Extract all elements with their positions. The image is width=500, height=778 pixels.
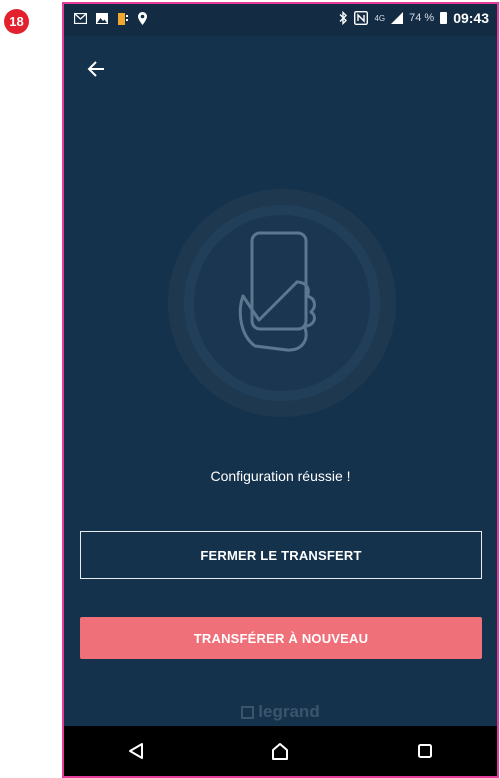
nav-recents-button[interactable] <box>405 731 445 771</box>
android-nav-bar <box>64 726 497 776</box>
sim-card-icon <box>118 12 128 25</box>
transfer-again-button[interactable]: TRANSFÉRER À NOUVEAU <box>80 617 482 659</box>
mail-icon <box>74 13 87 24</box>
arrow-left-icon <box>87 61 104 77</box>
home-icon <box>272 743 289 760</box>
location-icon <box>138 12 147 25</box>
nav-back-button[interactable] <box>116 731 156 771</box>
signal-icon <box>391 12 404 24</box>
back-button[interactable] <box>84 56 110 82</box>
clock: 09:43 <box>453 10 489 26</box>
status-bar: 4G 74 % 09:43 <box>64 4 497 36</box>
step-badge: 18 <box>4 9 29 34</box>
back-triangle-icon <box>129 743 144 759</box>
brand-name: legrand <box>258 702 320 721</box>
phone-screen: 4G 74 % 09:43 Configuration réussie ! FE… <box>62 2 499 778</box>
status-system: 4G 74 % 09:43 <box>339 10 489 26</box>
network-type: 4G <box>374 13 386 23</box>
battery-percent: 74 % <box>409 12 435 24</box>
legrand-mark-icon <box>241 705 255 719</box>
phone-in-hand-icon <box>168 189 396 417</box>
status-notifications <box>74 12 147 25</box>
brand-logo: legrand <box>64 702 497 722</box>
close-transfer-button[interactable]: FERMER LE TRANSFERT <box>80 531 482 579</box>
nfc-icon <box>354 11 369 25</box>
image-icon <box>96 13 108 24</box>
success-message: Configuration réussie ! <box>210 468 351 484</box>
bluetooth-icon <box>339 11 348 25</box>
recents-icon <box>417 744 432 758</box>
battery-icon <box>440 12 448 24</box>
nav-home-button[interactable] <box>260 731 300 771</box>
